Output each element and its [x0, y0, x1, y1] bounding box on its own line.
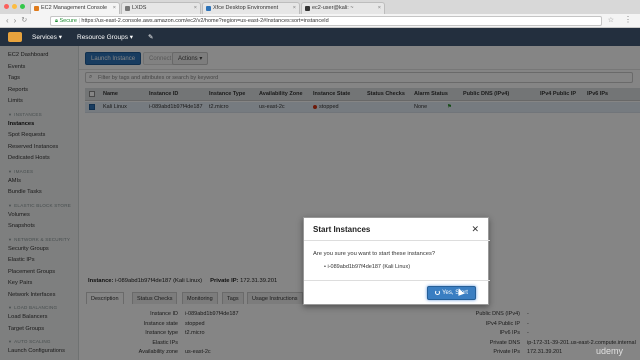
watermark: udemy: [596, 346, 624, 356]
address-bar[interactable]: 🔒︎ Secure | https://us-east-2.console.aw…: [50, 16, 602, 26]
divider: [304, 280, 490, 281]
browser-tab-strip: EC2 Management Console × LXDS × Xfce Des…: [0, 0, 640, 14]
browser-tab-ec2[interactable]: EC2 Management Console ×: [30, 2, 120, 14]
divider: [304, 240, 490, 241]
forward-arrow-icon[interactable]: ›: [14, 16, 17, 25]
close-tab-icon[interactable]: ×: [293, 5, 296, 11]
browser-toolbar: ‹ › ↻ 🔒︎ Secure | https://us-east-2.cons…: [0, 14, 640, 28]
browser-tab-lxds[interactable]: LXDS ×: [121, 2, 201, 14]
aws-logo-icon[interactable]: [8, 32, 22, 42]
browser-menu-icon[interactable]: ⋮: [624, 15, 632, 24]
back-arrow-icon[interactable]: ‹: [6, 16, 9, 25]
dialog-question: Are you sure you want to start these ins…: [313, 251, 436, 257]
minimize-window-icon[interactable]: [12, 4, 17, 9]
close-tab-icon[interactable]: ×: [378, 5, 381, 11]
bookmark-star-icon[interactable]: ☆: [608, 16, 614, 24]
aws-favicon-icon: [34, 6, 39, 11]
page-favicon-icon: [206, 6, 211, 11]
browser-tab-terminal[interactable]: ec2-user@kali: ~ ×: [301, 2, 385, 14]
url-text: https://us-east-2.console.aws.amazon.com…: [81, 18, 329, 24]
modal-backdrop: [0, 46, 640, 360]
services-menu[interactable]: Services ▾: [32, 33, 62, 41]
close-window-icon[interactable]: [4, 4, 9, 9]
dialog-title: Start Instances: [313, 225, 371, 234]
browser-tab-xfce[interactable]: Xfce Desktop Environment ×: [202, 2, 300, 14]
dialog-instance-item: • i-089abd1b97f4de187 (Kali Linux): [324, 264, 411, 270]
lock-icon: 🔒︎: [55, 18, 58, 24]
nav-buttons: ‹ › ↻: [6, 16, 27, 25]
close-tab-icon[interactable]: ×: [113, 5, 116, 11]
secure-label: Secure: [59, 18, 77, 24]
maximize-window-icon[interactable]: [20, 4, 25, 9]
reload-icon[interactable]: ↻: [21, 16, 27, 25]
close-icon[interactable]: ✕: [471, 224, 479, 235]
resource-groups-menu[interactable]: Resource Groups ▾: [77, 33, 133, 41]
window-controls: [4, 4, 25, 9]
spinner-icon: [435, 289, 441, 295]
pin-icon[interactable]: ✎: [148, 33, 153, 41]
terminal-favicon-icon: [305, 6, 310, 11]
aws-top-nav: Services ▾ Resource Groups ▾ ✎: [0, 28, 640, 46]
yes-start-button[interactable]: Yes, Start: [427, 286, 476, 300]
page-favicon-icon: [125, 6, 130, 11]
close-tab-icon[interactable]: ×: [194, 5, 197, 11]
